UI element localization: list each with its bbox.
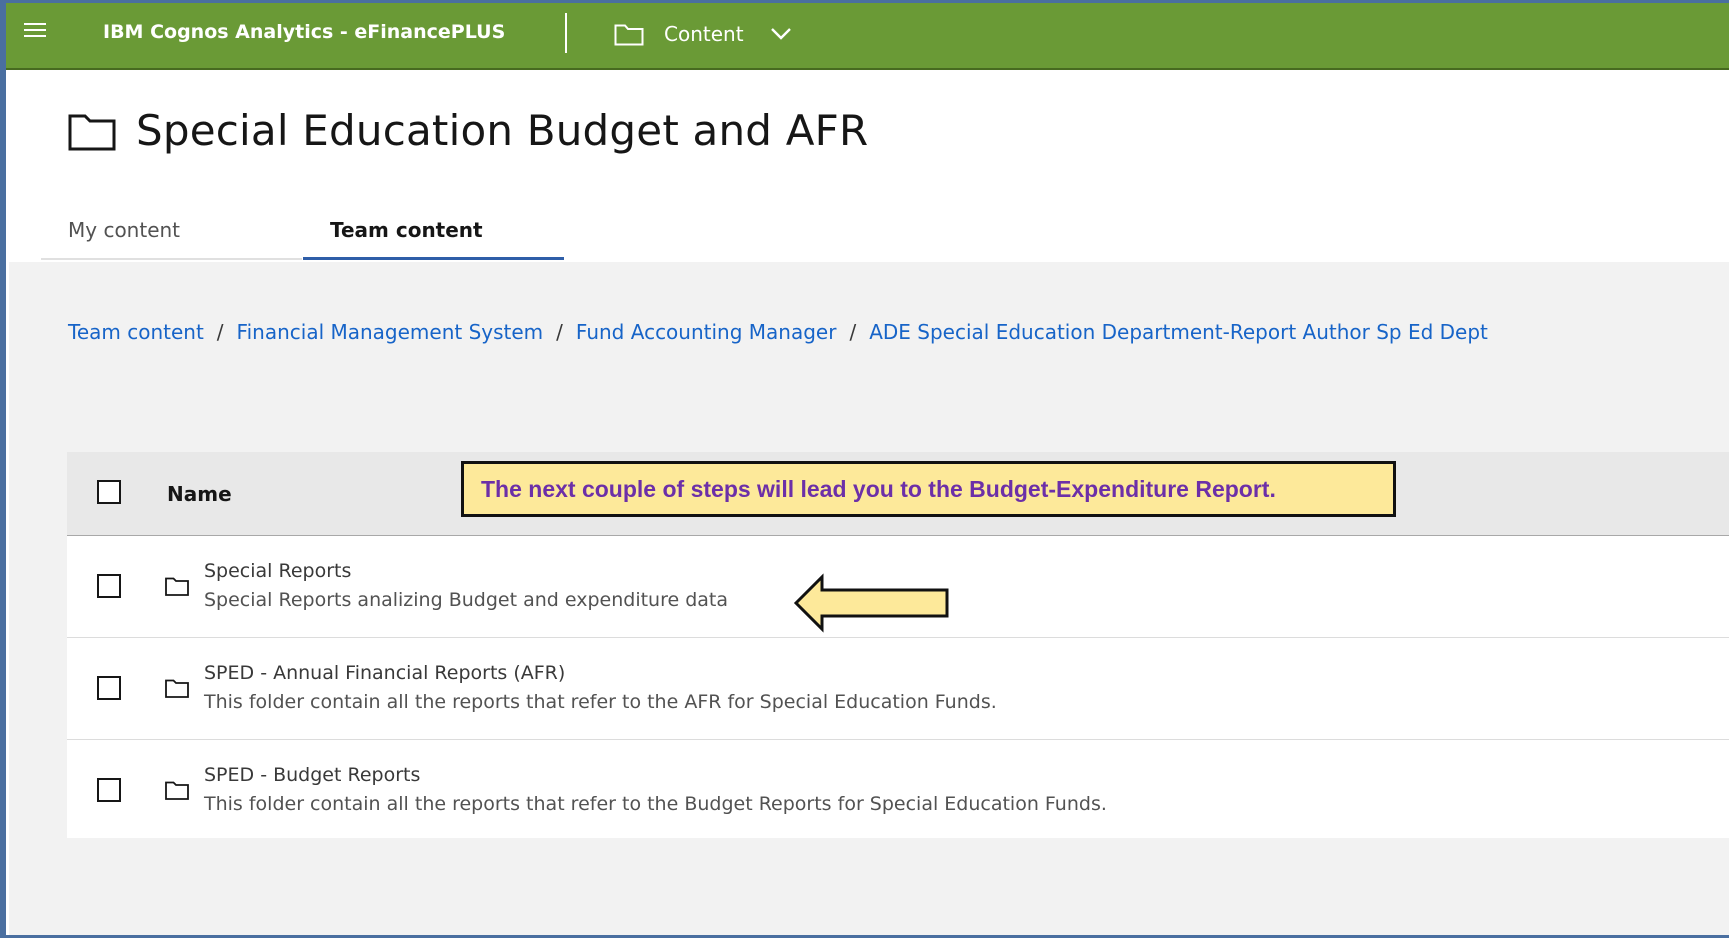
select-all-checkbox[interactable] <box>97 480 121 504</box>
breadcrumb-separator: / <box>849 320 857 344</box>
breadcrumb-separator: / <box>556 320 563 344</box>
table-row[interactable]: SPED - Budget Reports This folder contai… <box>67 740 1729 838</box>
folder-icon <box>68 114 116 150</box>
folder-icon <box>614 24 644 46</box>
content-switcher-label: Content <box>664 22 744 46</box>
tab-my-content[interactable]: My content <box>41 206 302 260</box>
tutorial-callout: The next couple of steps will lead you t… <box>461 461 1396 517</box>
folder-icon <box>165 679 189 698</box>
hamburger-icon[interactable] <box>24 23 46 41</box>
row-description: Special Reports analizing Budget and exp… <box>204 589 729 611</box>
row-checkbox[interactable] <box>97 778 121 802</box>
app-title: IBM Cognos Analytics - eFinancePLUS <box>103 21 506 43</box>
breadcrumb: Team content / Financial Management System… <box>68 320 1488 344</box>
toolbar-divider <box>565 13 567 53</box>
left-arrow-icon <box>793 573 949 633</box>
content-tabs: My content Team content <box>41 206 564 262</box>
row-name[interactable]: Special Reports <box>204 560 351 582</box>
row-description: This folder contain all the reports that… <box>204 691 997 713</box>
folder-icon <box>165 781 189 800</box>
breadcrumb-ade-special-education[interactable]: ADE Special Education Department-Report … <box>869 320 1488 344</box>
column-header-name[interactable]: Name <box>167 482 232 506</box>
row-description: This folder contain all the reports that… <box>204 793 1107 815</box>
breadcrumb-fund-accounting-manager[interactable]: Fund Accounting Manager <box>576 320 837 344</box>
row-checkbox[interactable] <box>97 574 121 598</box>
row-name[interactable]: SPED - Annual Financial Reports (AFR) <box>204 662 565 684</box>
top-navigation-bar: IBM Cognos Analytics - eFinancePLUS Cont… <box>6 3 1729 70</box>
breadcrumb-team-content[interactable]: Team content <box>68 320 204 344</box>
folder-icon <box>165 577 189 596</box>
page-title: Special Education Budget and AFR <box>136 106 869 155</box>
row-checkbox[interactable] <box>97 676 121 700</box>
page-title-row: Special Education Budget and AFR <box>68 106 868 155</box>
chevron-down-icon <box>770 28 791 40</box>
breadcrumb-separator: / <box>216 320 224 344</box>
row-name[interactable]: SPED - Budget Reports <box>204 764 420 786</box>
table-row[interactable]: SPED - Annual Financial Reports (AFR) Th… <box>67 638 1729 741</box>
content-switcher-button[interactable]: Content <box>614 17 792 51</box>
tab-team-content[interactable]: Team content <box>303 206 564 260</box>
breadcrumb-financial-management-system[interactable]: Financial Management System <box>237 320 544 344</box>
